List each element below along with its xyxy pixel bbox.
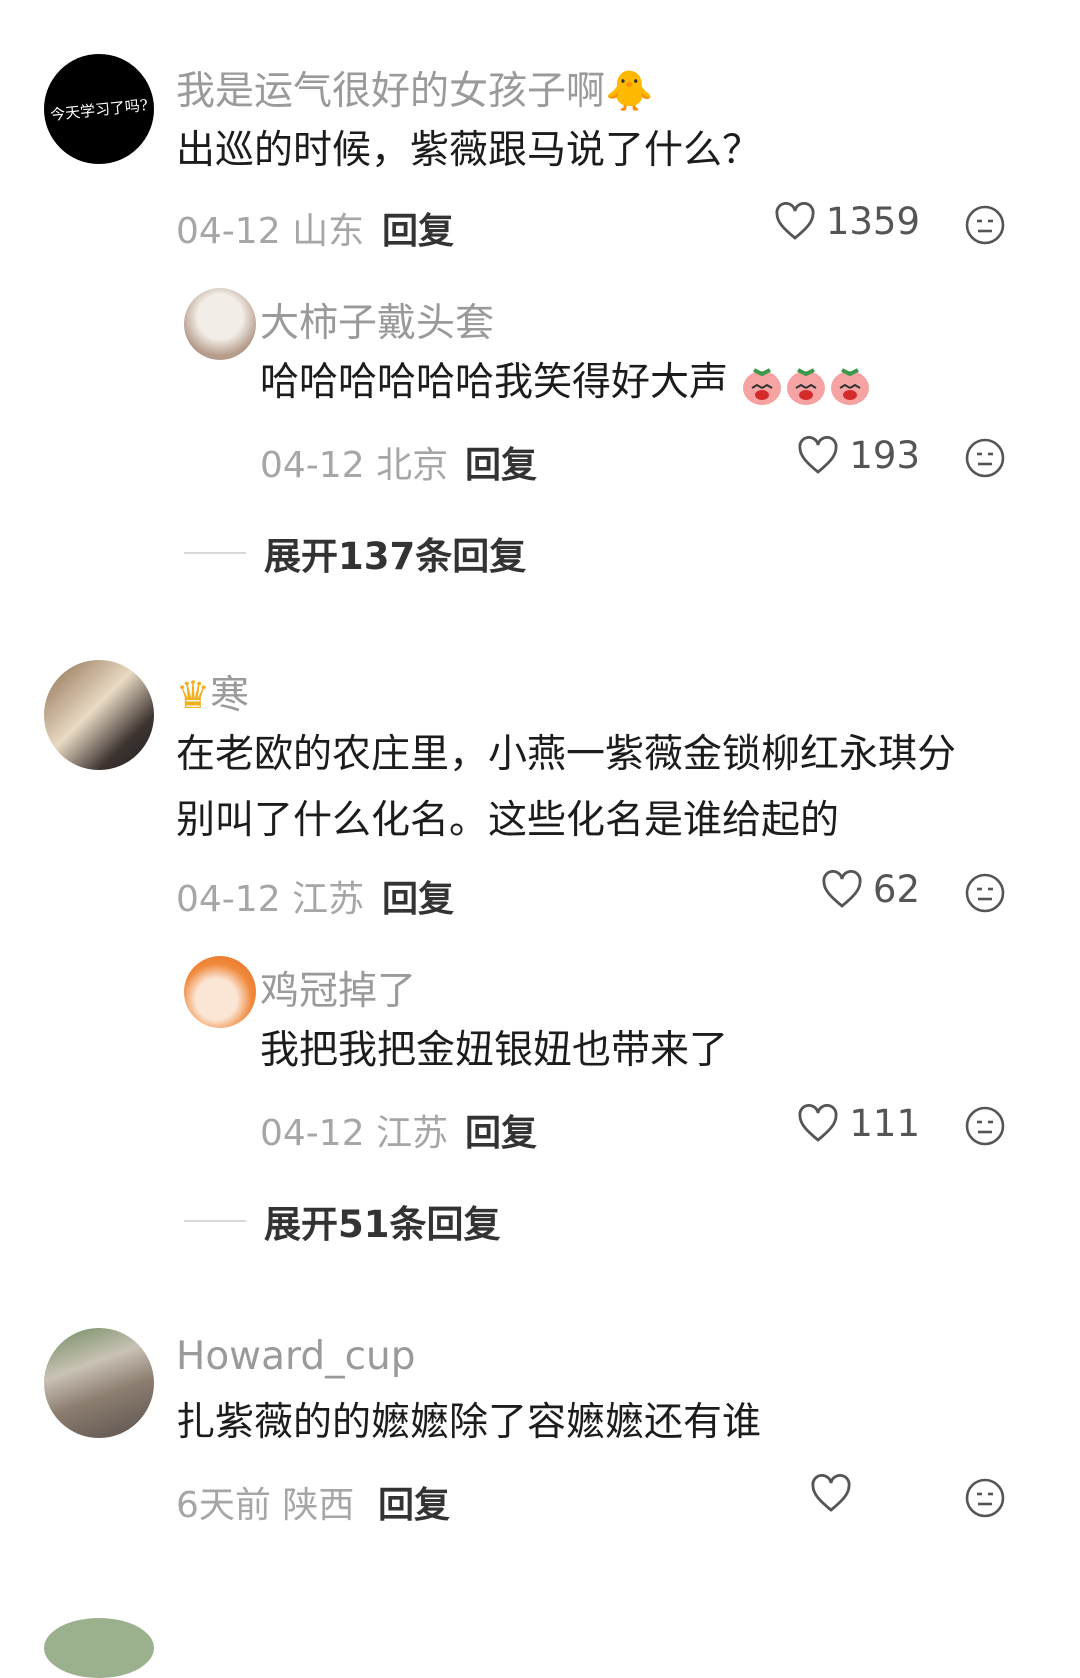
reply-text-content: 哈哈哈哈哈哈我笑得好大声 xyxy=(260,360,729,405)
reply-username[interactable]: 鸡冠掉了 xyxy=(260,960,416,1016)
divider xyxy=(184,1220,246,1222)
reply-button[interactable]: 回复 xyxy=(378,1476,450,1528)
heart-icon xyxy=(822,869,862,908)
reply-button[interactable]: 回复 xyxy=(382,870,454,922)
comment-date-location: 04-12 山东 xyxy=(176,202,364,254)
reply-button[interactable]: 回复 xyxy=(465,1104,537,1156)
comment-text[interactable]: 扎紫薇的的嬷嬷除了容嬷嬷还有谁 xyxy=(176,1390,761,1456)
username[interactable]: 我是运气很好的女孩子啊🐥 xyxy=(176,60,654,116)
heart-icon xyxy=(798,1103,838,1142)
username-text: 寒 xyxy=(210,673,250,718)
user-avatar[interactable] xyxy=(44,660,154,770)
heart-icon xyxy=(811,1474,851,1512)
comment-text[interactable]: 出巡的时候，紫薇跟马说了什么？ xyxy=(176,118,761,184)
comment-location: 山东 xyxy=(292,211,365,252)
reply-date-location: 04-12 江苏 xyxy=(260,1104,448,1156)
user-avatar[interactable] xyxy=(44,1618,154,1678)
comment-text-line: 别叫了什么化名。这些化名是谁给起的 xyxy=(176,798,840,843)
user-avatar[interactable] xyxy=(44,1328,154,1438)
reply-username[interactable]: 大柿子戴头套 xyxy=(260,292,494,348)
comment-text-line: 在老欧的农庄里，小燕一紫薇金锁柳红永琪分 xyxy=(176,732,957,777)
reply-avatar[interactable] xyxy=(184,956,256,1028)
comment-location: 陕西 xyxy=(282,1485,355,1526)
user-avatar[interactable]: 今天学习了吗? xyxy=(44,54,154,164)
comment-date-location: 04-12 江苏 xyxy=(176,870,364,922)
like-button[interactable] xyxy=(810,1474,852,1514)
reply-button[interactable]: 回复 xyxy=(465,436,537,488)
like-button[interactable]: 1359 xyxy=(774,200,920,243)
like-button[interactable]: 111 xyxy=(797,1102,920,1145)
reply-date: 04-12 xyxy=(260,445,365,486)
avatar-text: 今天学习了吗? xyxy=(49,95,149,124)
like-count: 1359 xyxy=(825,200,920,243)
dislike-face-icon[interactable] xyxy=(963,871,1007,915)
heart-icon xyxy=(798,435,838,474)
like-count: 111 xyxy=(849,1102,920,1145)
expand-replies-button[interactable]: 展开51条回复 xyxy=(184,1194,501,1248)
dislike-face-icon[interactable] xyxy=(963,203,1007,247)
dislike-face-icon[interactable] xyxy=(963,1476,1007,1520)
reply-location: 江苏 xyxy=(376,1113,449,1154)
reply-avatar[interactable] xyxy=(184,288,256,360)
heart-icon xyxy=(775,201,815,240)
like-button[interactable]: 62 xyxy=(821,868,920,911)
comment-text[interactable]: 在老欧的农庄里，小燕一紫薇金锁柳红永琪分 别叫了什么化名。这些化名是谁给起的 xyxy=(176,722,956,854)
reply-text[interactable]: 哈哈哈哈哈哈我笑得好大声 xyxy=(260,350,872,416)
dislike-face-icon[interactable] xyxy=(963,1104,1007,1148)
divider xyxy=(184,552,246,554)
username[interactable]: ♛寒 xyxy=(176,664,249,720)
expand-replies-label: 展开137条回复 xyxy=(264,535,527,578)
laughing-peach-emoji xyxy=(743,367,870,405)
username[interactable]: Howard_cup xyxy=(176,1334,416,1379)
crown-icon: ♛ xyxy=(176,673,211,717)
comment-date: 04-12 xyxy=(176,211,281,252)
reply-date-location: 04-12 北京 xyxy=(260,436,448,488)
reply-location: 北京 xyxy=(376,445,449,486)
expand-replies-button[interactable]: 展开137条回复 xyxy=(184,526,526,580)
reply-date: 04-12 xyxy=(260,1113,365,1154)
comment-location: 江苏 xyxy=(292,879,365,920)
expand-replies-label: 展开51条回复 xyxy=(264,1203,501,1246)
comment-date: 04-12 xyxy=(176,879,281,920)
like-button[interactable]: 193 xyxy=(797,434,920,477)
comment-date-location: 6天前 陕西 xyxy=(176,1476,354,1528)
reply-button[interactable]: 回复 xyxy=(382,202,454,254)
reply-text[interactable]: 我把我把金妞银妞也带来了 xyxy=(260,1018,728,1084)
like-count: 62 xyxy=(872,868,920,911)
comment-date: 6天前 xyxy=(176,1485,271,1526)
like-count: 193 xyxy=(849,434,920,477)
dislike-face-icon[interactable] xyxy=(963,436,1007,480)
